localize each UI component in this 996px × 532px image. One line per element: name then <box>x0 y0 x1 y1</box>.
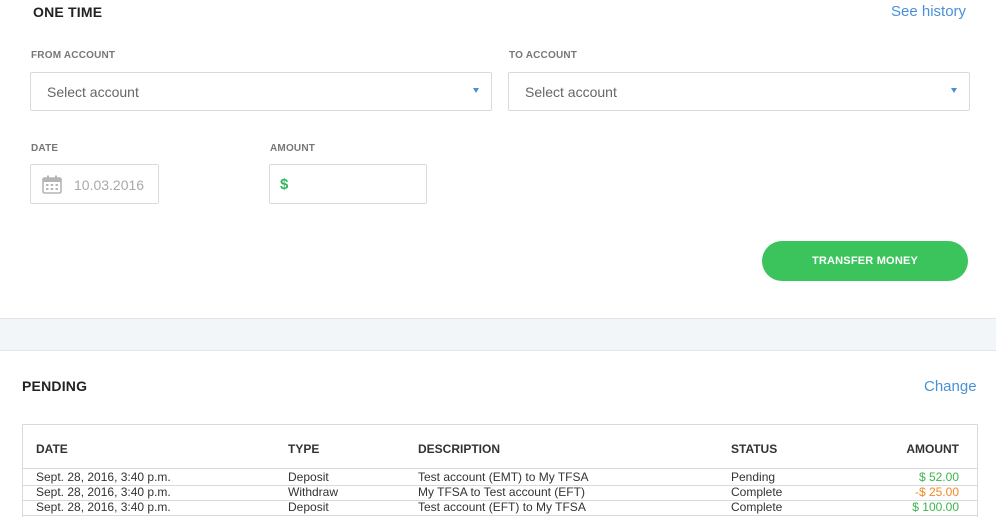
row-description: Test account (EFT) to My TFSA <box>418 500 586 514</box>
section-divider <box>0 318 996 351</box>
row-divider <box>23 515 977 516</box>
see-history-link[interactable]: See history <box>891 3 966 20</box>
date-label: DATE <box>31 143 59 154</box>
dollar-prefix: $ <box>280 176 289 193</box>
amount-field[interactable]: $ <box>269 164 427 204</box>
col-amount: AMOUNT <box>906 442 959 456</box>
row-date: Sept. 28, 2016, 3:40 p.m. <box>36 500 171 514</box>
from-account-select[interactable]: Select account <box>30 72 492 111</box>
chevron-down-icon <box>951 88 957 93</box>
col-date: DATE <box>36 442 68 456</box>
row-date: Sept. 28, 2016, 3:40 p.m. <box>36 485 171 499</box>
change-link[interactable]: Change <box>924 378 977 395</box>
pending-table: DATE TYPE DESCRIPTION STATUS AMOUNT Sept… <box>22 424 978 517</box>
row-description: My TFSA to Test account (EFT) <box>418 485 585 499</box>
row-amount: $ 100.00 <box>912 500 959 514</box>
row-amount: $ 52.00 <box>918 470 959 484</box>
transfer-money-button[interactable]: TRANSFER MONEY <box>762 241 968 281</box>
col-status: STATUS <box>731 442 778 456</box>
row-status: Complete <box>731 500 783 514</box>
from-account-value: Select account <box>47 84 139 100</box>
pending-title: PENDING <box>22 378 88 394</box>
row-type: Deposit <box>288 470 329 484</box>
to-account-value: Select account <box>525 84 617 100</box>
table-row: Sept. 28, 2016, 3:40 p.m. Deposit Test a… <box>23 500 977 515</box>
col-type: TYPE <box>288 442 320 456</box>
header-divider <box>23 468 977 469</box>
to-account-label: TO ACCOUNT <box>509 50 578 61</box>
calendar-icon <box>42 175 62 194</box>
row-amount: -$ 25.00 <box>914 485 959 499</box>
row-type: Withdraw <box>288 485 339 499</box>
chevron-down-icon <box>473 88 479 93</box>
to-account-select[interactable]: Select account <box>508 72 970 111</box>
row-status: Pending <box>731 470 776 484</box>
pending-section: PENDING Change DATE TYPE DESCRIPTION STA… <box>0 351 996 532</box>
row-type: Deposit <box>288 500 329 514</box>
one-time-title: ONE TIME <box>33 4 103 20</box>
date-value: 10.03.2016 <box>74 177 145 193</box>
table-row: Sept. 28, 2016, 3:40 p.m. Withdraw My TF… <box>23 485 977 500</box>
col-description: DESCRIPTION <box>418 442 501 456</box>
row-status: Complete <box>731 485 783 499</box>
one-time-section: ONE TIME See history FROM ACCOUNT Select… <box>0 0 996 318</box>
row-date: Sept. 28, 2016, 3:40 p.m. <box>36 470 171 484</box>
date-field[interactable]: 10.03.2016 <box>30 164 159 204</box>
row-description: Test account (EMT) to My TFSA <box>418 470 589 484</box>
from-account-label: FROM ACCOUNT <box>31 50 116 61</box>
table-row: Sept. 28, 2016, 3:40 p.m. Deposit Test a… <box>23 470 977 485</box>
amount-label: AMOUNT <box>270 143 316 154</box>
